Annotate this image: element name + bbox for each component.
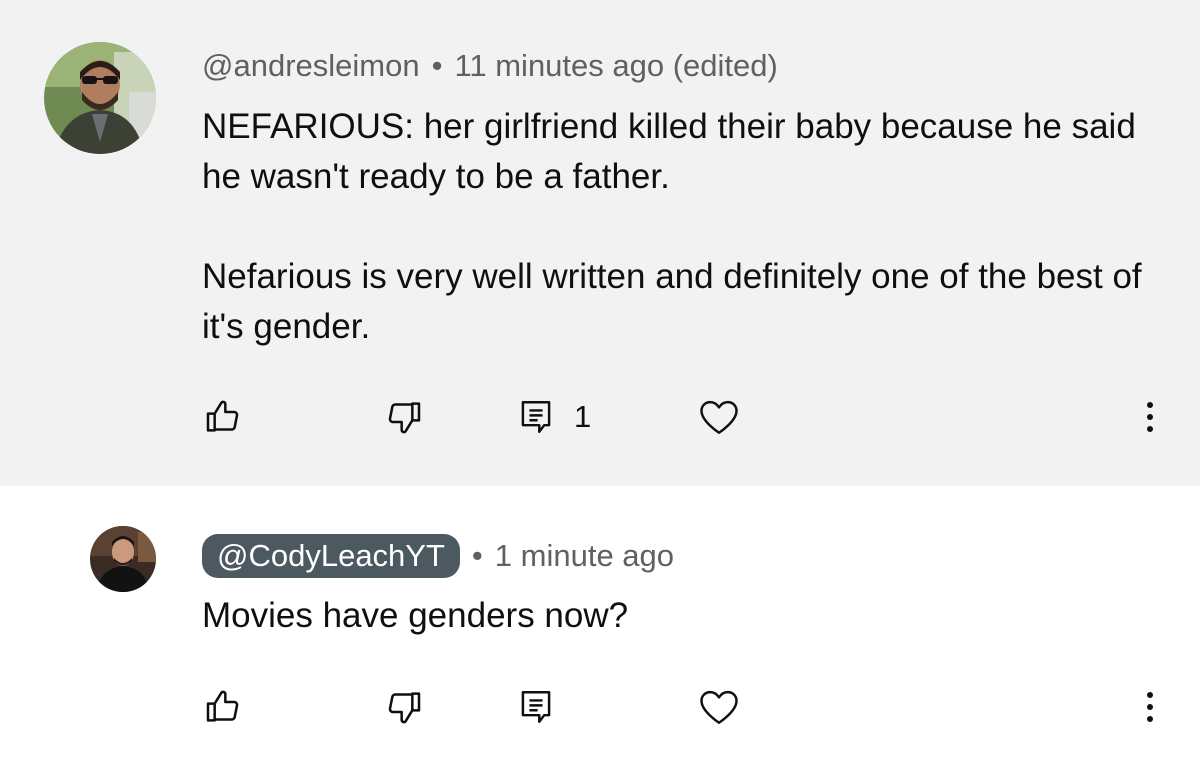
comment-icon	[518, 687, 554, 727]
thumbs-down-icon	[384, 397, 424, 437]
heart-button[interactable]	[698, 682, 740, 732]
like-button[interactable]	[203, 392, 243, 442]
comment-author[interactable]: @andresleimon	[202, 48, 420, 83]
avatar[interactable]	[90, 526, 156, 592]
more-options-button[interactable]	[1140, 682, 1160, 732]
comment-text: Nefarious is very well written and defin…	[202, 257, 1142, 346]
thumbs-up-icon	[203, 687, 243, 727]
heart-icon	[698, 687, 740, 727]
comment: @CodyLeachYT • 1 minute ago Movies have ge…	[0, 486, 1200, 759]
comment-text: NEFARIOUS: her girlfriend killed their b…	[202, 107, 1136, 196]
dislike-button[interactable]	[384, 682, 424, 732]
thumbs-down-icon	[384, 687, 424, 727]
avatar[interactable]	[44, 42, 156, 154]
separator-dot: •	[431, 48, 443, 83]
more-vertical-icon	[1140, 397, 1160, 437]
more-vertical-icon	[1140, 687, 1160, 727]
comment-highlighted: @andresleimon • 11 minutes ago (edited) NE…	[0, 0, 1200, 486]
reply-button[interactable]	[518, 682, 554, 732]
more-options-button[interactable]	[1140, 392, 1160, 442]
comment-meta: @andresleimon • 11 minutes ago (edited)	[202, 46, 778, 86]
separator-dot: •	[471, 538, 483, 573]
dislike-button[interactable]	[384, 392, 424, 442]
comment-actions	[0, 682, 1200, 732]
reply-button[interactable]: 1	[518, 392, 591, 442]
like-button[interactable]	[203, 682, 243, 732]
comment-author-badge[interactable]: @CodyLeachYT	[202, 534, 460, 578]
comment-timestamp: 1 minute ago	[494, 538, 675, 573]
comment-icon	[518, 397, 554, 437]
reply-count: 1	[574, 399, 592, 434]
comment-timestamp: 11 minutes ago (edited)	[454, 48, 778, 83]
heart-icon	[698, 397, 740, 437]
comment-meta: @CodyLeachYT • 1 minute ago	[202, 534, 674, 578]
heart-button[interactable]	[698, 392, 740, 442]
comment-text: Movies have genders now?	[202, 596, 629, 635]
thumbs-up-icon	[203, 397, 243, 437]
comment-actions: 1	[0, 392, 1200, 442]
